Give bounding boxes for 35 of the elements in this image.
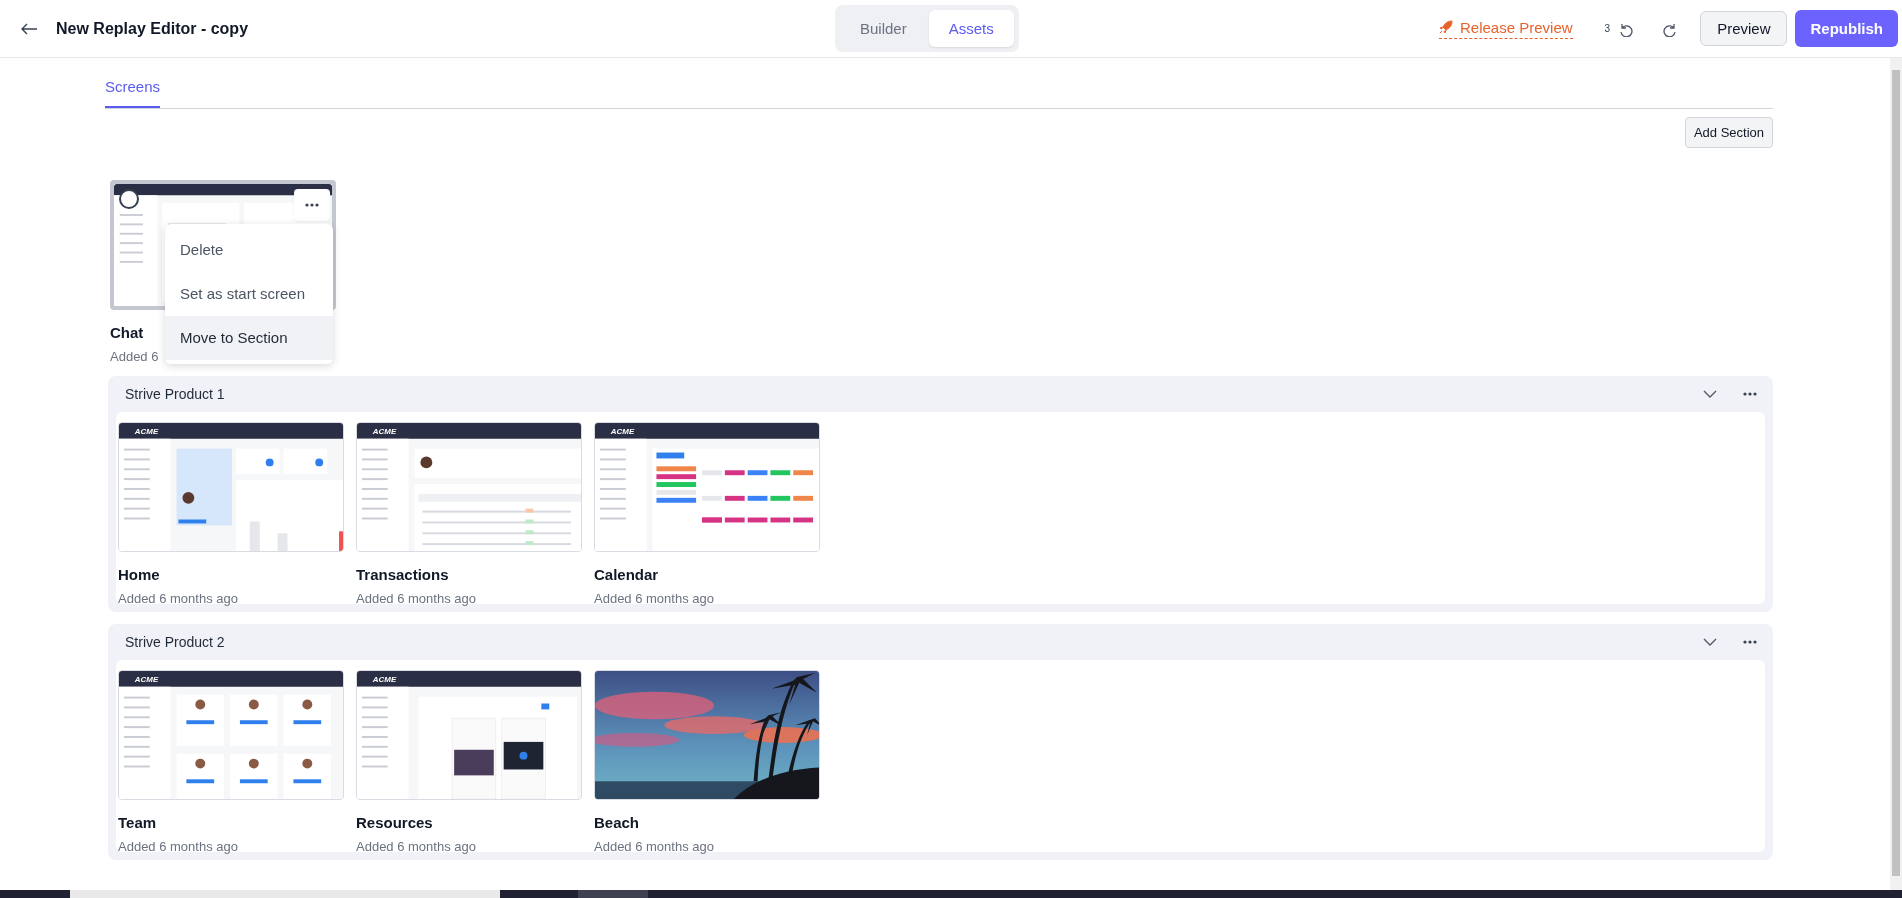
menu-item[interactable]: Delete: [165, 228, 333, 272]
screen-title: Resources: [356, 814, 433, 831]
chevron-icon[interactable]: [1703, 638, 1717, 646]
section-title: Strive Product 2: [125, 634, 226, 650]
screen-date: Added 6 months ago: [118, 839, 238, 854]
screen-date: Added 6 months ago: [594, 839, 714, 854]
scrollbar-thumb[interactable]: [1892, 70, 1900, 876]
screen-date: Added 6: [110, 349, 159, 364]
more-icon: [305, 203, 319, 207]
mode-tab[interactable]: Builder: [840, 10, 927, 47]
screen-title: Transactions: [356, 566, 449, 583]
more-icon[interactable]: [1743, 640, 1757, 644]
rocket-icon: [1439, 20, 1453, 34]
menu-item[interactable]: Move to Section: [165, 316, 333, 360]
mode-tab[interactable]: Assets: [928, 10, 1014, 47]
republish-button[interactable]: Republish: [1795, 10, 1898, 47]
screen-title: Team: [118, 814, 157, 831]
section-title: Strive Product 1: [125, 386, 226, 402]
back-icon[interactable]: [20, 22, 38, 35]
more-icon[interactable]: [1743, 392, 1757, 396]
chevron-icon[interactable]: [1703, 390, 1717, 398]
screen-title: Chat: [110, 324, 144, 341]
screen-title: Calendar: [594, 566, 659, 583]
screen-title: Home: [118, 566, 160, 583]
screen-title: Beach: [594, 814, 640, 831]
screen-date: Added 6 months ago: [594, 591, 714, 606]
screens-tab[interactable]: Screens: [105, 70, 161, 108]
screen-date: Added 6 months ago: [356, 591, 476, 606]
screen-date: Added 6 months ago: [356, 839, 476, 854]
add-section-button[interactable]: Add Section: [1684, 117, 1773, 148]
undo-count: 3: [1604, 23, 1611, 34]
project-title: New Replay Editor - copy: [56, 19, 249, 38]
screen-date: Added 6 months ago: [118, 591, 238, 606]
menu-item[interactable]: Set as start screen: [165, 272, 333, 316]
preview-button[interactable]: Preview: [1700, 11, 1788, 46]
